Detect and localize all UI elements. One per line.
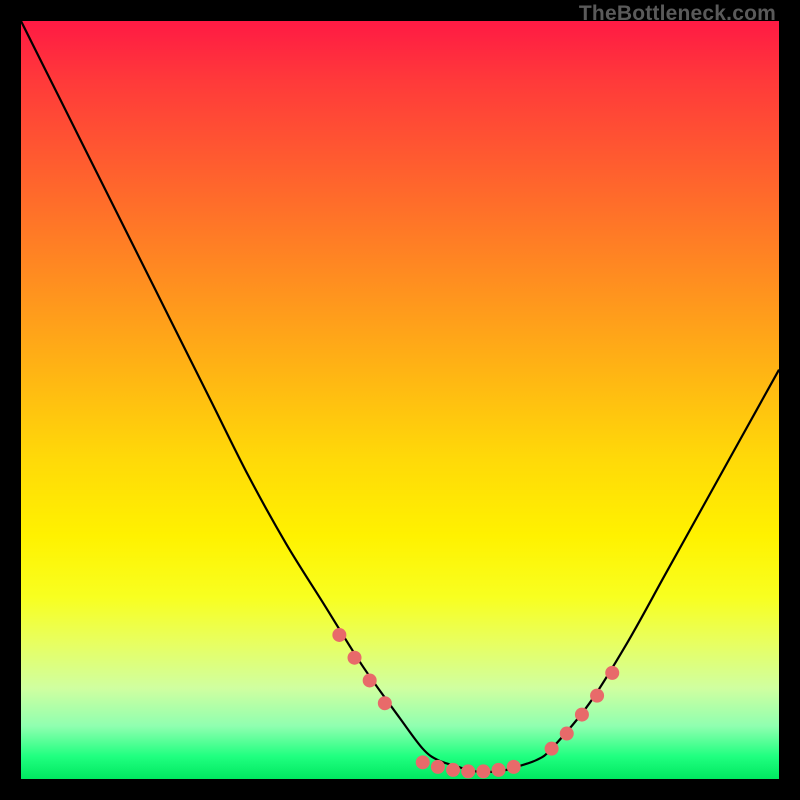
data-marker xyxy=(378,696,392,710)
data-marker xyxy=(363,673,377,687)
data-marker xyxy=(507,760,521,774)
chart-svg xyxy=(21,21,779,779)
data-marker xyxy=(545,742,559,756)
data-marker xyxy=(461,764,475,778)
chart-container: TheBottleneck.com xyxy=(0,0,800,800)
data-marker xyxy=(431,760,445,774)
data-marker xyxy=(605,666,619,680)
data-markers xyxy=(332,628,619,778)
data-marker xyxy=(492,763,506,777)
data-marker xyxy=(332,628,346,642)
curve-line xyxy=(21,21,779,772)
plot-area xyxy=(21,21,779,779)
data-marker xyxy=(348,651,362,665)
data-marker xyxy=(560,727,574,741)
data-marker xyxy=(416,755,430,769)
data-marker xyxy=(446,763,460,777)
watermark-text: TheBottleneck.com xyxy=(579,2,776,26)
data-marker xyxy=(575,708,589,722)
data-marker xyxy=(590,689,604,703)
data-marker xyxy=(476,764,490,778)
